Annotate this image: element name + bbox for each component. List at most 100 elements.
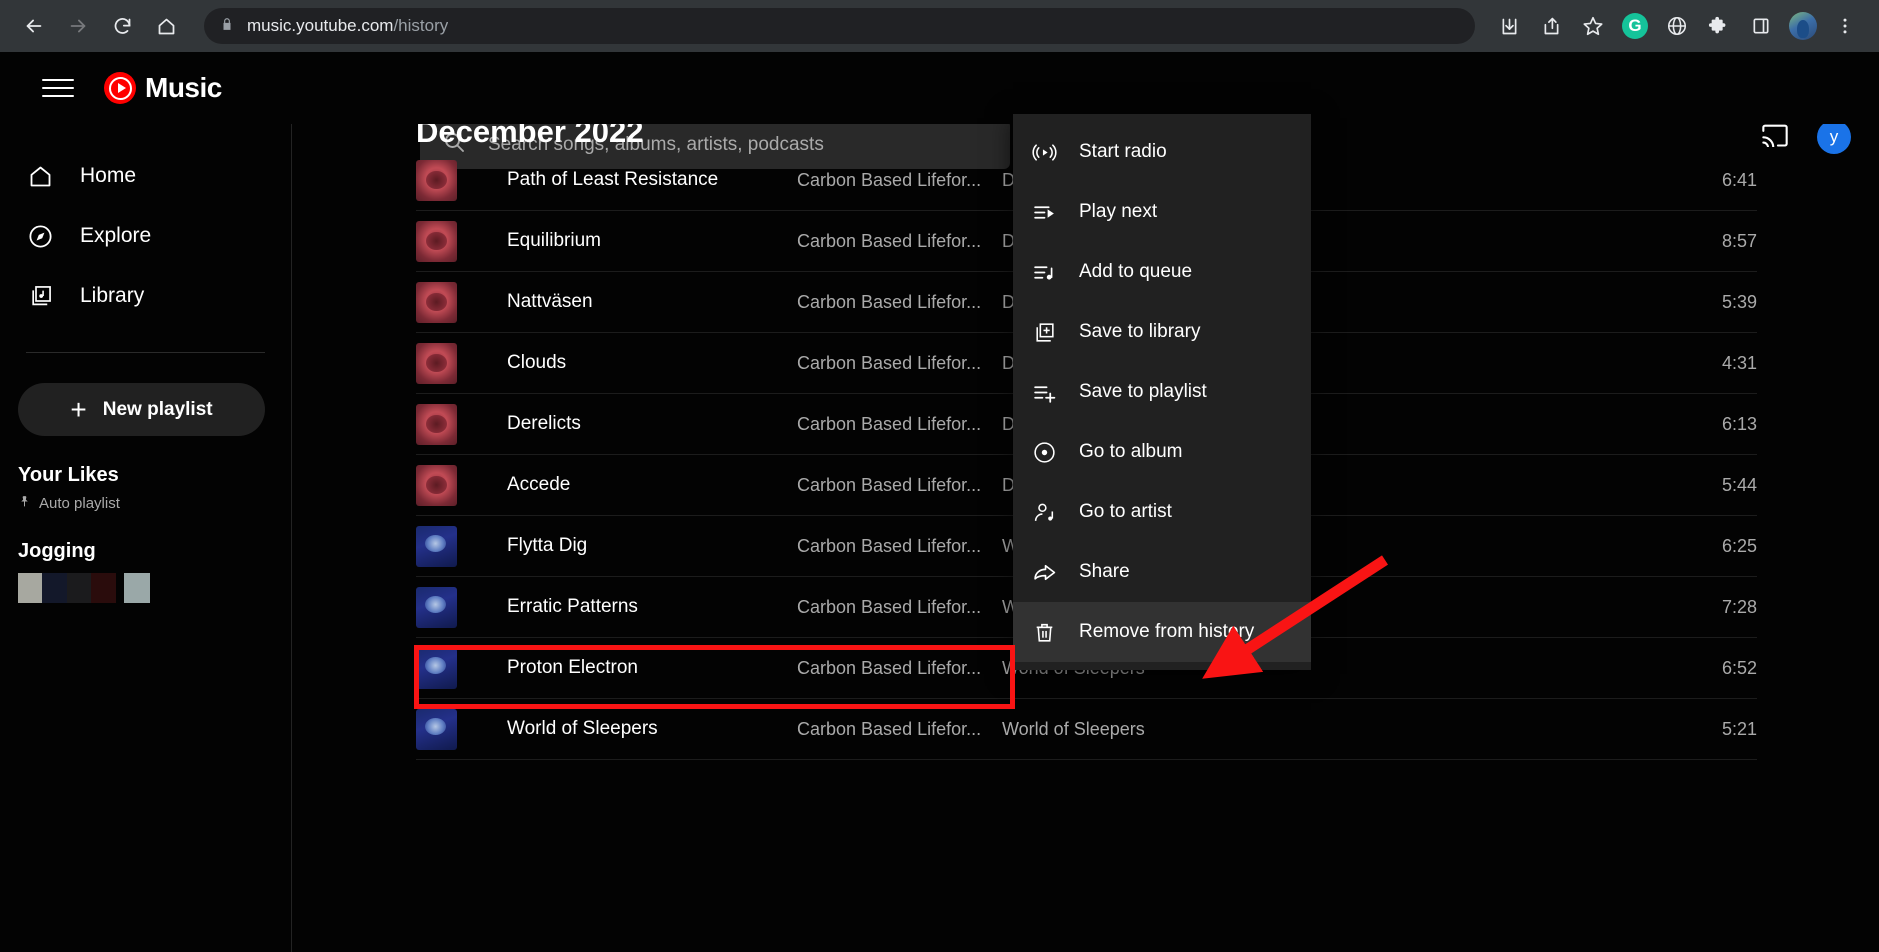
playlist-your-likes[interactable]: Your Likes Auto playlist [0, 464, 291, 512]
playlist-subtitle: Auto playlist [39, 495, 120, 512]
youtube-music-app: Music Search songs, albums, artists, pod… [0, 52, 1879, 952]
menu-item-save-to-library[interactable]: Save to library [1013, 302, 1311, 362]
artist-person-icon [1031, 499, 1057, 525]
playlist-title: Your Likes [18, 464, 291, 487]
menu-item-label: Start radio [1079, 141, 1167, 163]
pin-icon [18, 495, 31, 512]
playlist-swatch [124, 573, 150, 603]
address-bar[interactable]: music.youtube.com/history [204, 8, 1475, 44]
track-duration: 6:52 [1697, 658, 1757, 679]
compass-icon [26, 222, 54, 250]
track-title: Erratic Patterns [507, 596, 797, 618]
album-art-thumbnail [416, 282, 457, 323]
track-duration: 7:28 [1697, 597, 1757, 618]
extensions-puzzle-icon[interactable] [1699, 6, 1739, 46]
browser-toolbar: music.youtube.com/history G [0, 0, 1879, 52]
menu-item-label: Save to library [1079, 321, 1200, 343]
sidebar-label-library: Library [80, 284, 144, 308]
plus-icon: + [70, 396, 86, 424]
lock-icon [220, 17, 234, 36]
table-row[interactable]: World of Sleepers Carbon Based Lifefor..… [416, 699, 1757, 760]
chrome-menu-icon[interactable] [1825, 6, 1865, 46]
track-artist[interactable]: Carbon Based Lifefor... [797, 353, 1002, 374]
track-artist[interactable]: Carbon Based Lifefor... [797, 475, 1002, 496]
menu-item-add-to-queue[interactable]: Add to queue [1013, 242, 1311, 302]
new-playlist-label: New playlist [103, 399, 213, 421]
reload-button[interactable] [102, 6, 142, 46]
menu-item-label: Save to playlist [1079, 381, 1207, 403]
menu-item-go-to-album[interactable]: Go to album [1013, 422, 1311, 482]
playlist-swatch [18, 573, 42, 603]
menu-item-save-to-playlist[interactable]: Save to playlist [1013, 362, 1311, 422]
track-artist[interactable]: Carbon Based Lifefor... [797, 292, 1002, 313]
track-artist[interactable]: Carbon Based Lifefor... [797, 414, 1002, 435]
track-duration: 5:21 [1697, 719, 1757, 740]
browser-actions: G [1489, 6, 1865, 46]
share-icon[interactable] [1531, 6, 1571, 46]
menu-item-go-to-artist[interactable]: Go to artist [1013, 482, 1311, 542]
track-title: Nattväsen [507, 291, 797, 313]
menu-item-remove-from-history[interactable]: Remove from history [1013, 602, 1311, 662]
track-artist[interactable]: Carbon Based Lifefor... [797, 719, 1002, 740]
download-icon[interactable] [1489, 6, 1529, 46]
track-duration: 5:39 [1697, 292, 1757, 313]
album-disc-icon [1031, 439, 1057, 465]
share-arrow-icon [1031, 559, 1057, 585]
track-title: World of Sleepers [507, 718, 797, 740]
profile-image [1789, 12, 1817, 40]
home-button[interactable] [146, 6, 186, 46]
forward-button[interactable] [58, 6, 98, 46]
chrome-profile-avatar[interactable] [1783, 6, 1823, 46]
track-duration: 4:31 [1697, 353, 1757, 374]
track-title: Proton Electron [507, 657, 797, 679]
add-to-queue-icon [1031, 259, 1057, 285]
playlist-swatch [42, 573, 66, 603]
track-title: Derelicts [507, 413, 797, 435]
track-album[interactable]: World of Sleepers [1002, 719, 1697, 740]
youtube-music-logo-icon [104, 72, 136, 104]
album-art-thumbnail [416, 526, 457, 567]
sidebar-label-explore: Explore [80, 224, 151, 248]
track-artist[interactable]: Carbon Based Lifefor... [797, 231, 1002, 252]
track-title: Equilibrium [507, 230, 797, 252]
hamburger-menu-icon[interactable] [38, 68, 78, 108]
album-art-thumbnail [416, 160, 457, 201]
track-artist[interactable]: Carbon Based Lifefor... [797, 170, 1002, 191]
side-panel-icon[interactable] [1741, 6, 1781, 46]
new-playlist-button[interactable]: + New playlist [18, 383, 265, 436]
track-artist[interactable]: Carbon Based Lifefor... [797, 658, 1002, 679]
playlist-swatch [91, 573, 115, 603]
save-to-playlist-icon [1031, 379, 1057, 405]
album-art-thumbnail [416, 343, 457, 384]
playlist-thumbnail [18, 573, 150, 603]
track-artist[interactable]: Carbon Based Lifefor... [797, 536, 1002, 557]
album-art-thumbnail [416, 648, 457, 689]
menu-item-play-next[interactable]: Play next [1013, 182, 1311, 242]
track-duration: 5:44 [1697, 475, 1757, 496]
sidebar: Home Explore Library + New playlist Your… [0, 124, 292, 952]
play-next-icon [1031, 199, 1057, 225]
album-art-thumbnail [416, 709, 457, 750]
album-art-thumbnail [416, 221, 457, 262]
playlist-subtitle-row: Auto playlist [18, 495, 291, 512]
grammarly-extension-icon[interactable]: G [1615, 6, 1655, 46]
track-duration: 6:41 [1697, 170, 1757, 191]
track-artist[interactable]: Carbon Based Lifefor... [797, 597, 1002, 618]
sidebar-item-library[interactable]: Library [0, 266, 291, 326]
trash-icon [1031, 619, 1057, 645]
menu-item-label: Add to queue [1079, 261, 1192, 283]
album-art-thumbnail [416, 404, 457, 445]
menu-item-start-radio[interactable]: Start radio [1013, 122, 1311, 182]
youtube-music-logo[interactable]: Music [104, 72, 222, 104]
sidebar-item-explore[interactable]: Explore [0, 206, 291, 266]
track-title: Clouds [507, 352, 797, 374]
sidebar-item-home[interactable]: Home [0, 146, 291, 206]
globe-icon[interactable] [1657, 6, 1697, 46]
playlist-title: Jogging [18, 540, 291, 563]
bookmark-star-icon[interactable] [1573, 6, 1613, 46]
back-button[interactable] [14, 6, 54, 46]
menu-item-label: Go to album [1079, 441, 1183, 463]
playlist-jogging[interactable]: Jogging [0, 540, 291, 603]
menu-item-share[interactable]: Share [1013, 542, 1311, 602]
track-duration: 8:57 [1697, 231, 1757, 252]
